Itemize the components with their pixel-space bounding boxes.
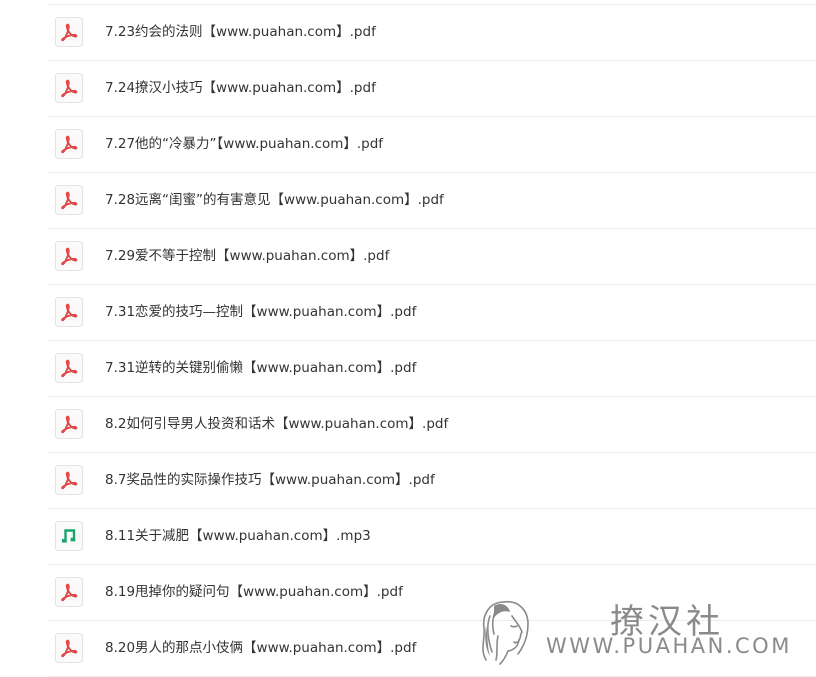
file-row[interactable]: 7.31恋爱的技巧—控制【www.puahan.com】.pdf <box>49 285 816 341</box>
file-row[interactable]: 8.2如何引导男人投资和话术【www.puahan.com】.pdf <box>49 397 816 453</box>
file-row[interactable]: 8.19甩掉你的疑问句【www.puahan.com】.pdf <box>49 565 816 621</box>
file-name: 8.2如何引导男人投资和话术【www.puahan.com】.pdf <box>105 416 449 432</box>
file-name: 7.31恋爱的技巧—控制【www.puahan.com】.pdf <box>105 304 417 320</box>
file-row[interactable]: 7.27他的“冷暴力”【www.puahan.com】.pdf <box>49 117 816 173</box>
file-name: 8.20男人的那点小伎俩【www.puahan.com】.pdf <box>105 640 417 656</box>
pdf-icon <box>55 297 83 327</box>
pdf-icon <box>55 73 83 103</box>
pdf-icon <box>55 409 83 439</box>
pdf-icon <box>55 465 83 495</box>
file-name: 8.19甩掉你的疑问句【www.puahan.com】.pdf <box>105 584 403 600</box>
file-row[interactable]: 7.31逆转的关键别偷懒【www.puahan.com】.pdf <box>49 341 816 397</box>
file-row[interactable]: 7.29爱不等于控制【www.puahan.com】.pdf <box>49 229 816 285</box>
file-row[interactable]: 7.24撩汉小技巧【www.puahan.com】.pdf <box>49 61 816 117</box>
pdf-icon <box>55 17 83 47</box>
pdf-icon <box>55 353 83 383</box>
file-name: 7.28远离“闺蜜”的有害意见【www.puahan.com】.pdf <box>105 192 444 208</box>
file-name: 7.29爱不等于控制【www.puahan.com】.pdf <box>105 248 390 264</box>
file-row[interactable]: 8.20男人的那点小伎俩【www.puahan.com】.pdf <box>49 621 816 677</box>
pdf-icon <box>55 577 83 607</box>
file-name: 8.7奖品性的实际操作技巧【www.puahan.com】.pdf <box>105 472 435 488</box>
file-name: 7.23约会的法则【www.puahan.com】.pdf <box>105 24 376 40</box>
music-note-icon <box>55 521 83 551</box>
pdf-icon <box>55 185 83 215</box>
file-name: 8.11关于减肥【www.puahan.com】.mp3 <box>105 528 371 544</box>
pdf-icon <box>55 129 83 159</box>
file-row[interactable]: 7.23约会的法则【www.puahan.com】.pdf <box>49 5 816 61</box>
file-name: 7.27他的“冷暴力”【www.puahan.com】.pdf <box>105 136 384 152</box>
pdf-icon <box>55 633 83 663</box>
file-row[interactable]: 7.28远离“闺蜜”的有害意见【www.puahan.com】.pdf <box>49 173 816 229</box>
pdf-icon <box>55 241 83 271</box>
file-row[interactable]: 8.11关于减肥【www.puahan.com】.mp3 <box>49 509 816 565</box>
file-list: 7.23约会的法则【www.puahan.com】.pdf 7.24撩汉小技巧【… <box>49 4 816 677</box>
file-row[interactable]: 8.7奖品性的实际操作技巧【www.puahan.com】.pdf <box>49 453 816 509</box>
file-name: 7.24撩汉小技巧【www.puahan.com】.pdf <box>105 80 376 96</box>
file-name: 7.31逆转的关键别偷懒【www.puahan.com】.pdf <box>105 360 417 376</box>
